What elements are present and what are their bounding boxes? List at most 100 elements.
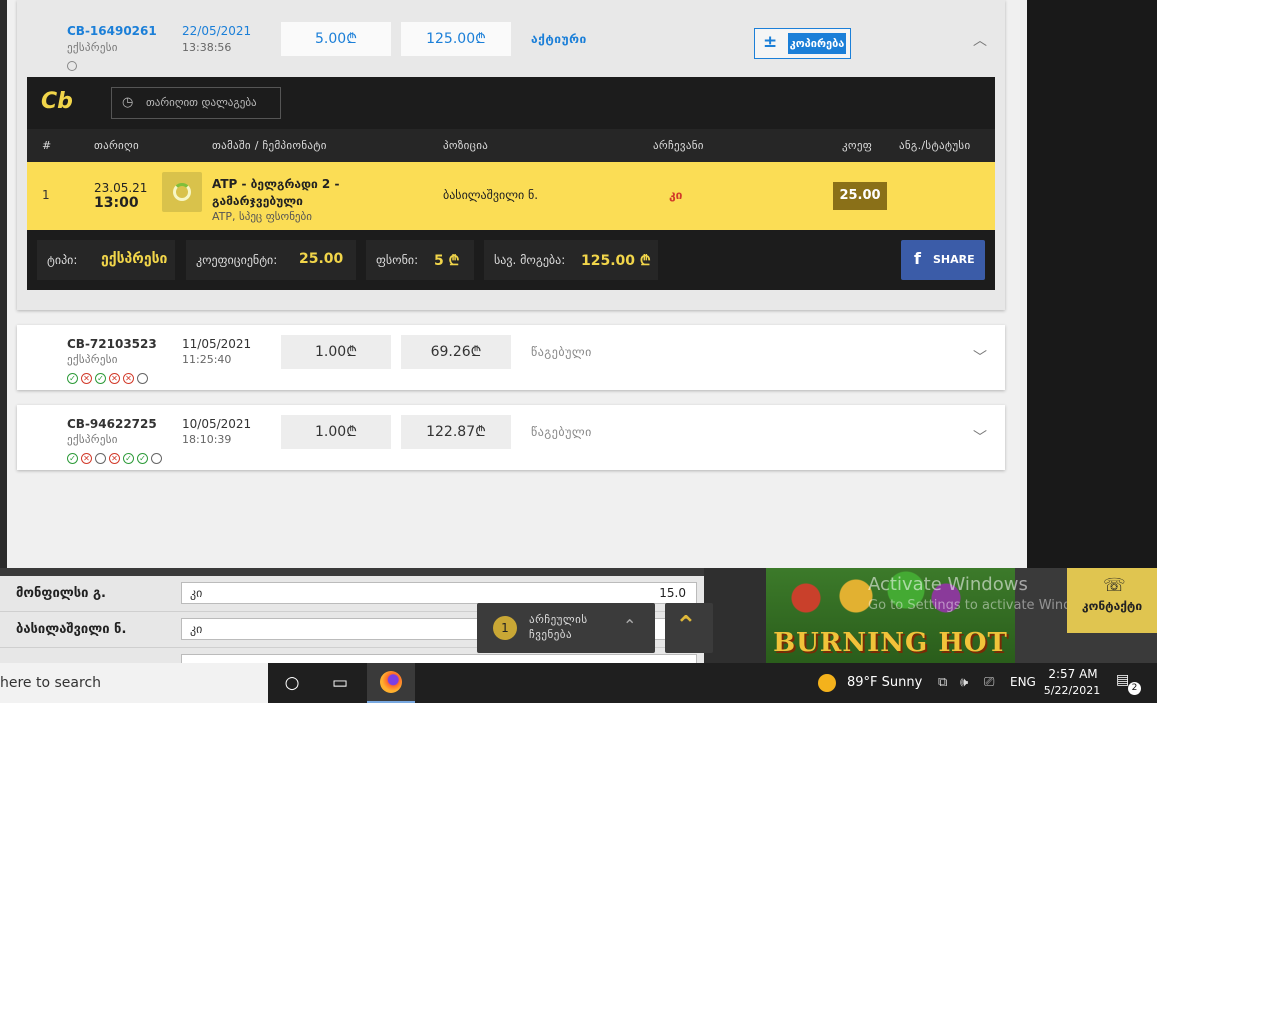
taskbar-search[interactable]: here to search	[0, 663, 268, 703]
event-name: ATP - ბელგრადი 2 - გამარჯვებული	[212, 177, 340, 208]
windows-activate-subtitle: Go to Settings to activate Windows.	[868, 598, 1101, 613]
bet-card[interactable]: CB-16490261 ექსპრესი 22/05/2021 13:38:56…	[17, 0, 1005, 310]
language-indicator[interactable]: ENG	[1010, 675, 1036, 689]
volume-icon[interactable]: 🕪	[960, 675, 968, 690]
lose-result-icon: ✕	[109, 373, 120, 384]
notification-count: 2	[1128, 682, 1141, 695]
bet-date: 22/05/2021	[182, 24, 252, 38]
bet-time: 11:25:40	[182, 353, 232, 366]
summary-coef-label: კოეფიციენტი:	[196, 253, 278, 267]
live-icon	[162, 172, 202, 212]
bet-date: 10/05/2021	[182, 417, 252, 431]
bet-potential-win: 69.26₾	[401, 335, 511, 369]
clock-date[interactable]: 5/22/2021	[1042, 684, 1102, 697]
position: ბასილაშვილი ნ.	[443, 188, 539, 202]
results-icons: ✓ ✕ ✓ ✕ ✕	[67, 373, 151, 385]
cortana-icon[interactable]: ○	[268, 663, 316, 703]
bet-id: CB-94622725	[67, 417, 157, 431]
win-result-icon: ✓	[67, 453, 78, 464]
win-result-icon: ✓	[123, 453, 134, 464]
copy-label: კოპირება	[788, 33, 846, 54]
bet-card[interactable]: CB-72103523 ექსპრესი ✓ ✕ ✓ ✕ ✕ 11/05/2021 11…	[17, 325, 1005, 390]
sort-by-date-button[interactable]: ◷ თარიღით დალაგება	[111, 87, 281, 119]
selected-count-badge: 1	[493, 616, 517, 640]
bet-potential-win: 122.87₾	[401, 415, 511, 449]
summary-coefficient: კოეფიციენტი: 25.00	[186, 240, 356, 280]
table-row[interactable]: 1 23.05.21 13:00 ATP - ბელგრადი 2 - გამა…	[27, 162, 995, 230]
plus-minus-icon: ±	[763, 32, 778, 52]
summary-stake: ფსონი: 5 ₾	[366, 240, 474, 280]
sun-icon[interactable]	[818, 674, 836, 692]
bet-id: CB-16490261	[67, 24, 157, 38]
table-header: # თარიღი თამაში / ჩემპიონატი პოზიცია არჩ…	[27, 129, 995, 162]
win-result-icon: ✓	[67, 373, 78, 384]
bet-time: 13:38:56	[182, 41, 232, 54]
summary-pot-label: სავ. მოგება:	[494, 253, 566, 267]
bet-type: ექსპრესი	[67, 41, 118, 54]
bet-type: ექსპრესი	[67, 433, 118, 446]
ad-title: BURNING HOT	[773, 628, 1008, 658]
windows-activate-title: Activate Windows	[868, 574, 1028, 595]
clock-time[interactable]: 2:57 AM	[1048, 667, 1098, 681]
chevron-up-icon[interactable]: ︿	[973, 30, 987, 50]
share-button[interactable]: f SHARE	[901, 240, 985, 280]
column-header: პოზიცია	[443, 139, 489, 152]
screen: მონფილსი გ. კი 15.0 ბასილაშვილი ნ. კი 2 …	[0, 0, 1157, 703]
odds-choice: კი	[190, 622, 203, 636]
odds-field[interactable]: კი 15.0	[181, 582, 697, 604]
bet-status: წაგებული	[531, 345, 592, 359]
summary-type: ტიპი: ექსპრესი	[37, 240, 175, 280]
status-circle-icon	[67, 61, 77, 71]
win-result-icon: ✓	[95, 373, 106, 384]
column-header: კოეფ	[842, 139, 873, 152]
bet-summary: ტიპი: ექსპრესი კოეფიციენტი: 25.00 ფსონი:…	[27, 230, 995, 290]
taskbar: here to search ○ ▭ 89°F Sunny ⧉ 🕪 ⎚ ENG …	[0, 663, 1157, 703]
lose-result-icon: ✕	[81, 453, 92, 464]
results-icons: ✓ ✕ ✕ ✓ ✓	[67, 453, 165, 465]
summary-potential-win: სავ. მოგება: 125.00 ₾	[484, 240, 658, 280]
void-result-icon	[151, 453, 162, 464]
search-placeholder: here to search	[0, 675, 102, 691]
copy-bet-button[interactable]: ± კოპირება	[754, 28, 851, 59]
chevron-down-icon[interactable]: ﹀	[973, 347, 987, 367]
chevron-down-icon[interactable]: ﹀	[973, 427, 987, 447]
bet-id: CB-72103523	[67, 337, 157, 351]
summary-type-label: ტიპი:	[47, 253, 78, 267]
event-league: ATP, სპეც ფსონები	[212, 210, 312, 223]
event-date: 23.05.21	[94, 181, 148, 195]
firefox-icon[interactable]	[367, 663, 415, 703]
facebook-icon: f	[914, 249, 921, 268]
player-name: ბასილაშვილი ნ.	[16, 622, 127, 637]
event-time: 13:00	[94, 195, 139, 211]
bet-card[interactable]: CB-94622725 ექსპრესი ✓ ✕ ✕ ✓ ✓ 10/05/2021 18…	[17, 405, 1005, 470]
lose-result-icon: ✕	[123, 373, 134, 384]
share-label: SHARE	[933, 253, 975, 266]
chevron-up-icon: ⌃	[623, 616, 637, 635]
scroll-top-button[interactable]: ⌃	[665, 603, 713, 653]
network-icon[interactable]: ⎚	[984, 675, 994, 690]
lose-result-icon: ✕	[81, 373, 92, 384]
sort-label: თარიღით დალაგება	[146, 96, 257, 109]
bet-stake: 1.00₾	[281, 335, 391, 369]
chevron-up-icon: ⌃	[675, 611, 697, 641]
bet-status: წაგებული	[531, 425, 592, 439]
column-header: თარიღი	[94, 139, 139, 152]
bet-stake: 5.00₾	[281, 22, 391, 56]
task-view-icon[interactable]: ▭	[316, 663, 364, 703]
contact-button[interactable]: ☏ კონტაქტი	[1067, 563, 1157, 633]
odds-badge: 25.00	[833, 182, 887, 210]
bet-date: 11/05/2021	[182, 337, 252, 351]
row-number: 1	[42, 188, 50, 202]
bet-time: 18:10:39	[182, 433, 232, 446]
weather-text[interactable]: 89°F Sunny	[847, 675, 922, 690]
notification-icon[interactable]: ▤ 2	[1116, 672, 1141, 695]
bet-potential-win: 125.00₾	[401, 22, 511, 56]
phone-icon: ☏	[1103, 575, 1126, 596]
meet-now-icon[interactable]: ⧉	[938, 675, 947, 690]
show-selected-button[interactable]: 1 არჩეულის ჩვენება ⌃	[477, 603, 655, 653]
summary-stake-label: ფსონი:	[376, 253, 419, 267]
summary-type-value: ექსპრესი	[101, 251, 168, 267]
void-result-icon	[95, 453, 106, 464]
side-panel: ⌃	[704, 568, 766, 663]
column-header: ანგ./სტატუსი	[899, 139, 971, 152]
